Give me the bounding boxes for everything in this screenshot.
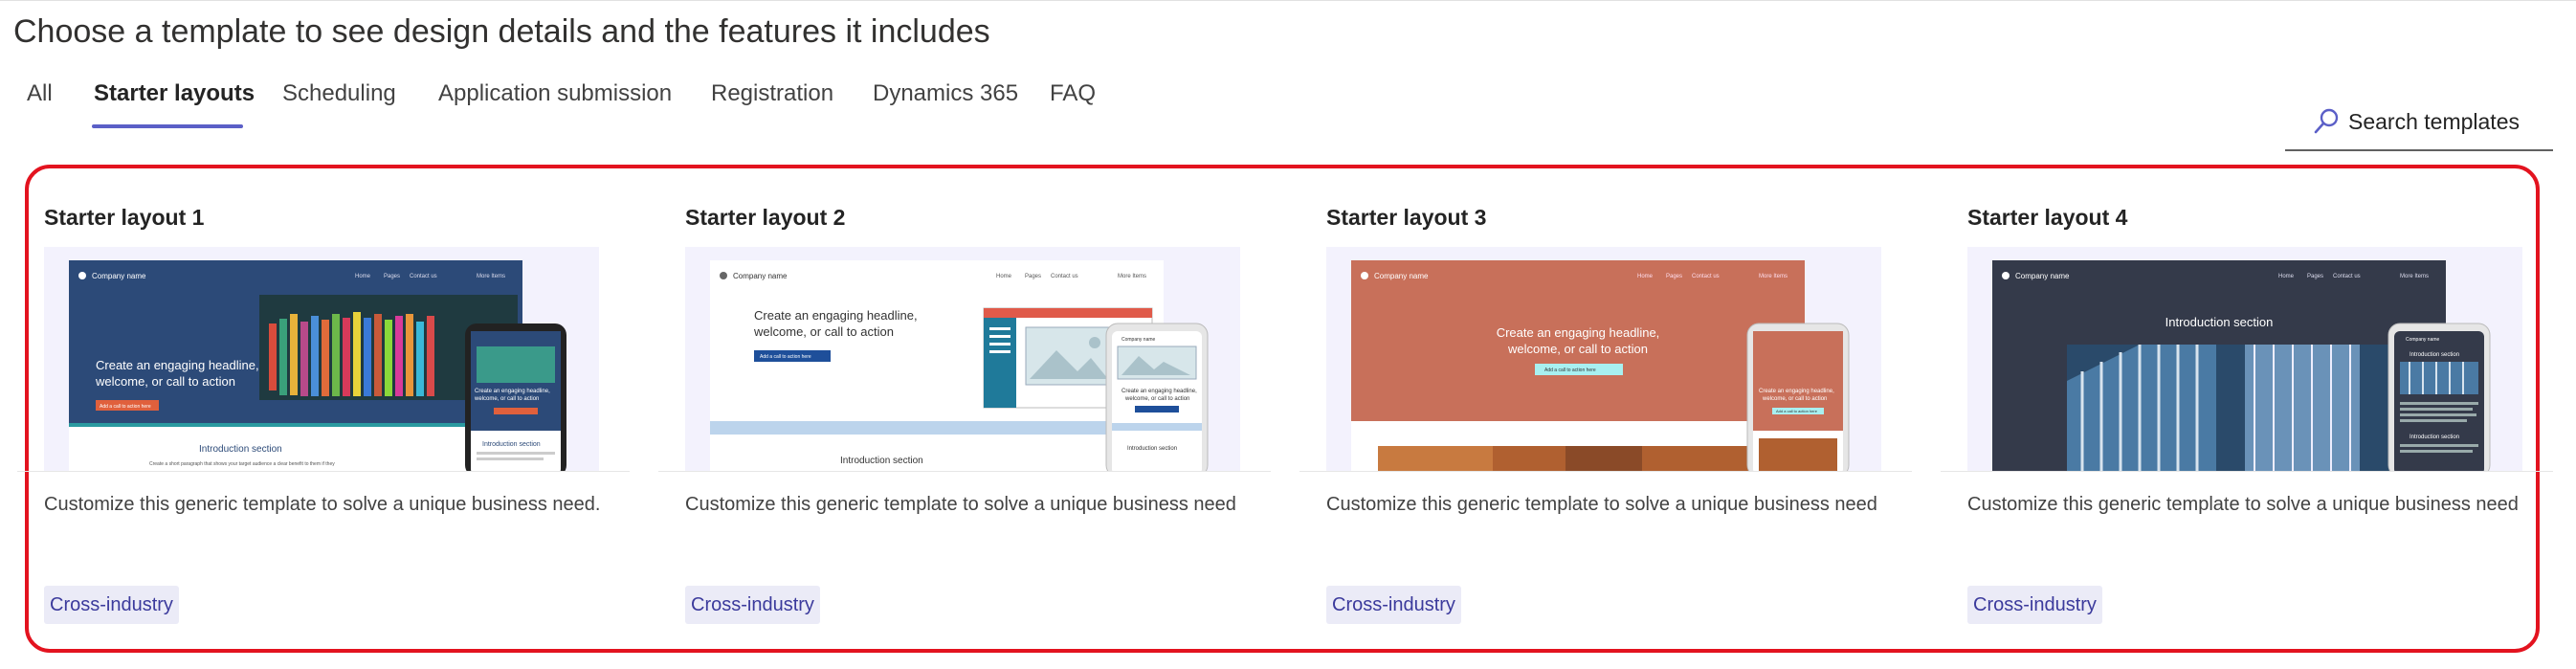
preview-nav-item: More Items (1759, 274, 1788, 279)
tab-registration[interactable]: Registration (711, 80, 833, 107)
tab-scheduling[interactable]: Scheduling (282, 80, 396, 107)
category-badge: Cross-industry (1967, 586, 2102, 624)
tab-all[interactable]: All (27, 80, 53, 107)
preview-nav-item: Pages (1025, 274, 1041, 279)
preview-cta: Add a call to action here (1544, 368, 1596, 373)
svg-text:welcome, or call to action: welcome, or call to action (1124, 396, 1189, 402)
svg-text:welcome, or call to action: welcome, or call to action (474, 396, 539, 402)
tab-faq[interactable]: FAQ (1050, 80, 1096, 107)
search-templates-button[interactable]: Search templates (2285, 103, 2553, 151)
card-description: Customize this generic template to solve… (44, 494, 601, 515)
page-title: Choose a template to see design details … (13, 13, 990, 50)
card-divider (658, 471, 1271, 472)
preview-nav-item: Pages (1666, 274, 1682, 279)
preview-nav-item: More Items (1118, 274, 1146, 279)
preview-phone-section: Introduction section (1127, 446, 1177, 452)
template-preview-image: Company name Home Pages Contact us More … (1326, 247, 1881, 471)
search-templates-label: Search templates (2348, 109, 2520, 134)
preview-company-name: Company name (2015, 272, 2070, 280)
preview-phone-company: Company name (1121, 337, 1156, 343)
card-title: Starter layout 2 (685, 205, 846, 230)
preview-company-name: Company name (1374, 272, 1429, 280)
tab-starter-layouts[interactable]: Starter layouts (94, 80, 255, 107)
card-title: Starter layout 4 (1967, 205, 2128, 230)
card-description: Customize this generic template to solve… (1326, 494, 1877, 515)
preview-nav-item: Contact us (1692, 274, 1720, 279)
template-card-starter-layout-4[interactable]: Starter layout 4 Company name Home Pages… (1941, 165, 2576, 643)
svg-text:Create an engaging headline,: Create an engaging headline, (475, 389, 550, 394)
tab-application-submission[interactable]: Application submission (438, 80, 672, 107)
preview-nav-item: Contact us (2333, 274, 2361, 279)
card-divider (1299, 471, 1912, 472)
preview-section-title: Introduction section (840, 456, 923, 466)
category-badge: Cross-industry (44, 586, 179, 624)
svg-text:Create an engaging headline,: Create an engaging headline, (1121, 389, 1197, 394)
category-badge: Cross-industry (685, 586, 820, 624)
svg-text:Create an engaging headline,: Create an engaging headline, (754, 308, 918, 323)
preview-section-title: Introduction section (2165, 315, 2274, 329)
preview-section-text: Create a short paragraph that shows your… (149, 461, 335, 467)
card-description: Customize this generic template to solve… (685, 494, 1236, 515)
tab-dynamics-365[interactable]: Dynamics 365 (873, 80, 1018, 107)
svg-text:Create an engaging headline,: Create an engaging headline, (1759, 389, 1834, 394)
preview-nav-item: Contact us (1051, 274, 1078, 279)
svg-text:welcome, or call to action: welcome, or call to action (1762, 396, 1827, 402)
preview-phone-company: Company name (2406, 337, 2440, 343)
template-preview-image: Company name Home Pages Contact us More … (1967, 247, 2522, 471)
svg-text:welcome, or call to action: welcome, or call to action (1507, 342, 1648, 356)
card-title: Starter layout 1 (44, 205, 205, 230)
preview-company-name: Company name (92, 272, 146, 280)
top-border (0, 0, 2576, 1)
svg-text:welcome, or call to action: welcome, or call to action (753, 324, 894, 339)
category-badge: Cross-industry (1326, 586, 1461, 624)
preview-cta: Add a call to action here (760, 354, 811, 360)
search-icon (2314, 108, 2339, 134)
preview-nav-item: Home (2278, 274, 2295, 279)
card-description: Customize this generic template to solve… (1967, 494, 2519, 515)
preview-nav-item: Home (996, 274, 1012, 279)
svg-text:welcome, or call to action: welcome, or call to action (95, 374, 235, 389)
template-preview-image: Company name Home Pages Contact us More … (685, 247, 1240, 471)
template-card-starter-layout-1[interactable]: Starter layout 1 Company name Home Pages… (17, 165, 656, 643)
preview-phone-cta: Add a call to action here (1776, 409, 1818, 413)
preview-company-name: Company name (733, 272, 788, 280)
preview-nav-item: Pages (2307, 274, 2323, 279)
preview-phone-section: Introduction section (2409, 352, 2459, 358)
active-tab-indicator (92, 124, 243, 128)
svg-text:Create an engaging headline,: Create an engaging headline, (96, 358, 259, 372)
preview-nav-item: Home (355, 274, 371, 279)
template-card-starter-layout-2[interactable]: Starter layout 2 Company name Home Pages… (658, 165, 1298, 643)
svg-text:Create an engaging headline,: Create an engaging headline, (1497, 325, 1660, 340)
preview-cta: Add a call to action here (100, 404, 151, 410)
preview-nav-item: More Items (477, 274, 505, 279)
card-title: Starter layout 3 (1326, 205, 1487, 230)
preview-nav-item: More Items (2400, 274, 2429, 279)
card-divider (1941, 471, 2553, 472)
preview-phone-section: Introduction section (482, 441, 541, 448)
preview-nav-item: Pages (384, 274, 400, 279)
card-divider (17, 471, 630, 472)
preview-nav-item: Home (1637, 274, 1654, 279)
preview-nav-item: Contact us (410, 274, 437, 279)
template-card-starter-layout-3[interactable]: Starter layout 3 Company name Home Pages… (1299, 165, 1939, 643)
template-preview-image: Company name Home Pages Contact us More … (44, 247, 599, 471)
preview-section-title: Introduction section (199, 444, 282, 455)
preview-phone-section-2: Introduction section (2409, 435, 2459, 440)
